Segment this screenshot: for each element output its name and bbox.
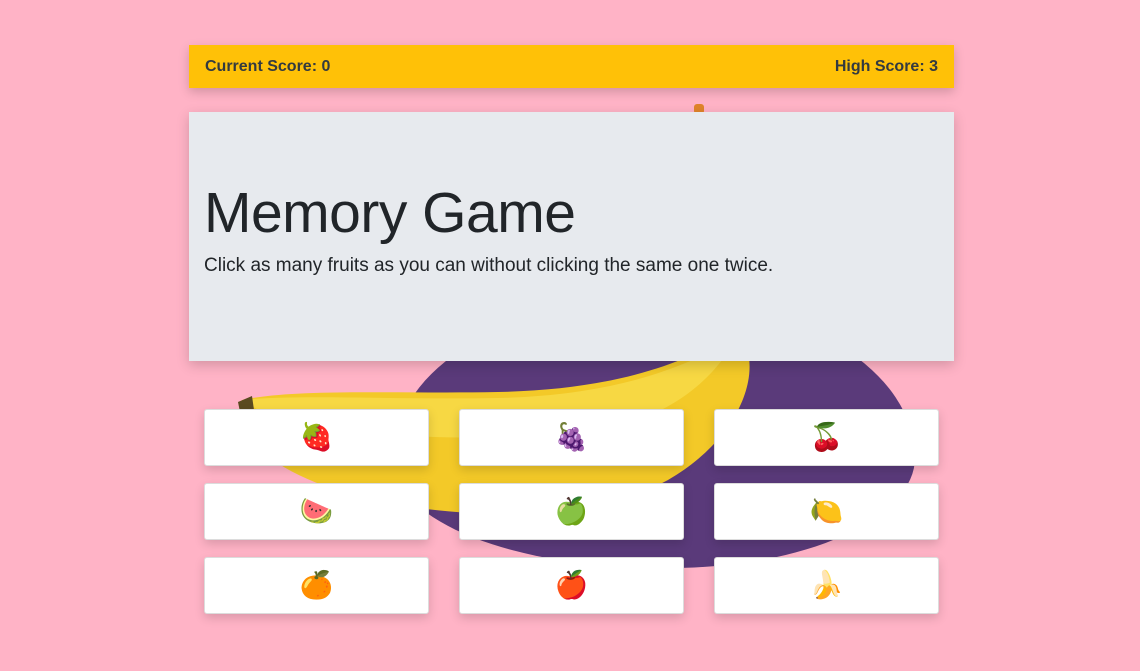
strawberry-icon: 🍓 [299, 422, 334, 452]
grapes-icon: 🍇 [554, 422, 589, 452]
watermelon-icon: 🍉 [299, 496, 334, 526]
fruit-card-strawberry[interactable]: 🍓 [204, 409, 429, 466]
red-apple-icon: 🍎 [554, 570, 589, 600]
high-score: High Score: 3 [834, 57, 938, 75]
page-title: Memory Game [204, 181, 576, 245]
score-bar: Current Score: 0 High Score: 3 [189, 45, 954, 88]
hero-banner: Memory Game Click as many fruits as you … [189, 112, 954, 361]
instructions-text: Click as many fruits as you can without … [204, 255, 774, 276]
banana-icon: 🍌 [809, 570, 844, 600]
fruit-card-grapes[interactable]: 🍇 [459, 409, 684, 466]
fruit-card-tangerine[interactable]: 🍊 [204, 557, 429, 614]
fruit-card-cherries[interactable]: 🍒 [714, 409, 939, 466]
current-score: Current Score: 0 [205, 57, 331, 75]
fruit-card-lemon[interactable]: 🍋 [714, 483, 939, 540]
game-page: Current Score: 0 High Score: 3 Memory Ga… [0, 0, 1140, 671]
fruit-card-watermelon[interactable]: 🍉 [204, 483, 429, 540]
fruit-card-grid: 🍓 🍇 🍒 🍉 🍏 🍋 🍊 🍎 🍌 [204, 409, 939, 614]
fruit-card-green-apple[interactable]: 🍏 [459, 483, 684, 540]
green-apple-icon: 🍏 [554, 496, 589, 526]
tangerine-icon: 🍊 [299, 570, 334, 600]
cherries-icon: 🍒 [809, 422, 844, 452]
fruit-card-red-apple[interactable]: 🍎 [459, 557, 684, 614]
lemon-icon: 🍋 [809, 496, 844, 526]
fruit-card-banana[interactable]: 🍌 [714, 557, 939, 614]
